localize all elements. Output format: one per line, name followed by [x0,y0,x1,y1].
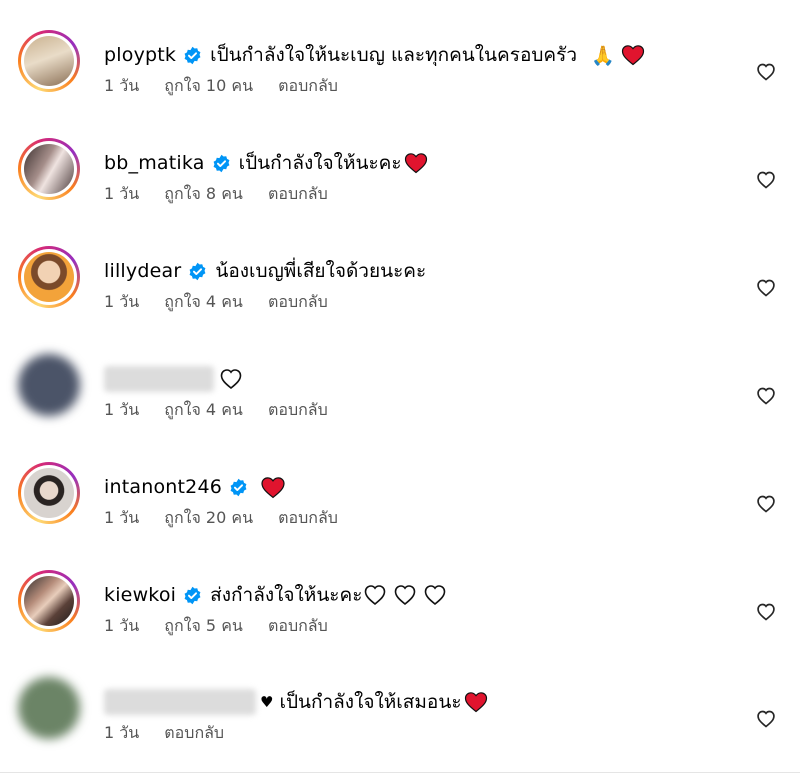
comment-time: 1 วัน [104,400,140,419]
username-blurred[interactable] [104,366,214,392]
reply-button[interactable]: ตอบกลับ [268,184,328,203]
comment-time: 1 วัน [104,76,140,95]
avatar-blurred[interactable] [18,677,80,739]
heart-outline-icon [395,585,416,606]
reply-button[interactable]: ตอบกลับ [278,508,338,527]
heart-outline-icon[interactable] [756,278,776,298]
comment-text: เป็นกำลังใจให้นะเบญ และทุกคนในครอบครัว [210,44,578,66]
comment-item: bb_matika เป็นกำลังใจให้นะคะ 1 วัน ถูกใจ… [0,138,800,245]
comment-list: ployptk เป็นกำลังใจให้นะเบญ และทุกคนในคร… [0,0,800,778]
comment-item: kiewkoi ส่งกำลังใจให้นะคะ 1 วัน ถูกใจ 5 … [0,570,800,677]
heart-outline-icon[interactable] [756,602,776,622]
username[interactable]: lillydear [104,260,181,282]
comment-text: ส่งกำลังใจให้นะคะ [210,584,363,606]
comment-item: 1 วัน ถูกใจ 4 คน ตอบกลับ [0,354,800,461]
avatar[interactable] [18,246,80,308]
verified-badge-icon [213,154,230,172]
heart-glyph: ♥ [260,693,274,711]
comment-time: 1 วัน [104,508,140,527]
reply-button[interactable]: ตอบกลับ [278,76,338,95]
username-blurred[interactable] [104,689,256,715]
comment-item: lillydear น้องเบญพี่เสียใจด้วยนะคะ 1 วัน… [0,246,800,353]
red-heart-icon [404,153,427,174]
red-heart-icon [621,45,644,66]
heart-outline-icon[interactable] [756,62,776,82]
like-count[interactable]: ถูกใจ 5 คน [164,616,243,635]
comment-text: น้องเบญพี่เสียใจด้วยนะคะ [215,260,427,282]
verified-badge-icon [230,478,247,496]
username[interactable]: bb_matika [104,152,205,174]
verified-badge-icon [184,46,201,64]
emoji-pray: 🙏 [591,44,615,67]
heart-outline-icon[interactable] [756,494,776,514]
heart-outline-icon [220,369,242,390]
comment-item: ♥ เป็นกำลังใจให้เสมอนะ 1 วัน ตอบกลับ [0,677,800,784]
heart-outline-icon [425,585,446,606]
reply-button[interactable]: ตอบกลับ [268,292,328,311]
comment-time: 1 วัน [104,184,140,203]
heart-outline-icon [365,585,386,606]
reply-button[interactable]: ตอบกลับ [268,616,328,635]
avatar[interactable] [18,138,80,200]
heart-outline-icon[interactable] [756,386,776,406]
verified-badge-icon [189,262,206,280]
avatar[interactable] [18,30,80,92]
comment-item: intanont246 1 วัน ถูกใจ 20 คน ตอบกลับ [0,462,800,569]
comment-text: เป็นกำลังใจให้เสมอนะ [279,691,462,713]
heart-outline-icon[interactable] [756,709,776,729]
avatar[interactable] [18,570,80,632]
like-count[interactable]: ถูกใจ 10 คน [164,76,253,95]
like-count[interactable]: ถูกใจ 4 คน [164,400,243,419]
heart-outline-icon[interactable] [756,170,776,190]
comment-time: 1 วัน [104,292,140,311]
avatar-blurred[interactable] [18,354,80,416]
like-count[interactable]: ถูกใจ 4 คน [164,292,243,311]
comment-time: 1 วัน [104,723,140,742]
avatar[interactable] [18,462,80,524]
red-heart-icon [464,692,487,713]
like-count[interactable]: ถูกใจ 8 คน [164,184,243,203]
reply-button[interactable]: ตอบกลับ [164,723,224,742]
comment-text: เป็นกำลังใจให้นะคะ [238,152,402,174]
username[interactable]: intanont246 [104,476,222,498]
reply-button[interactable]: ตอบกลับ [268,400,328,419]
username[interactable]: ployptk [104,44,176,66]
comment-time: 1 วัน [104,616,140,635]
bottom-divider [0,772,800,773]
comment-item: ployptk เป็นกำลังใจให้นะเบญ และทุกคนในคร… [0,30,800,137]
red-heart-icon [261,476,285,498]
verified-badge-icon [184,586,201,604]
username[interactable]: kiewkoi [104,584,176,606]
like-count[interactable]: ถูกใจ 20 คน [164,508,253,527]
